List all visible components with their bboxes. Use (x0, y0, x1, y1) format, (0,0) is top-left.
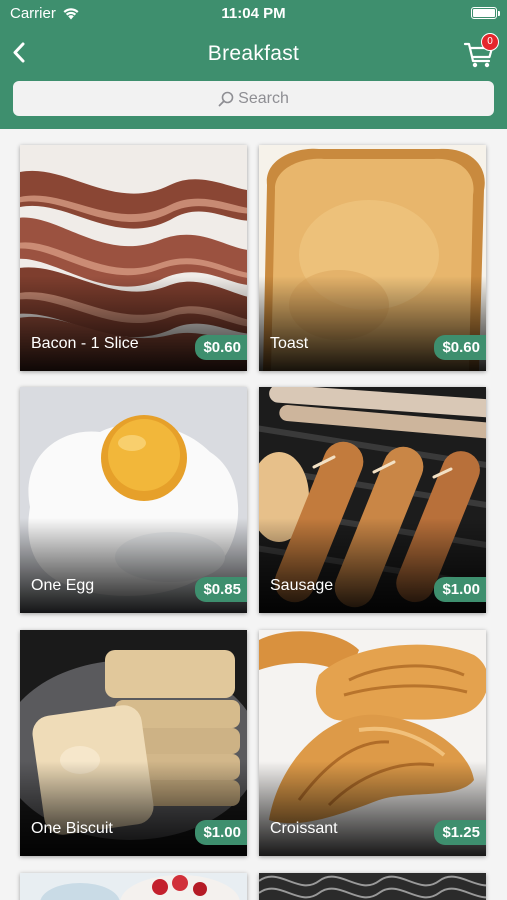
status-time: 11:04 PM (221, 5, 286, 22)
product-name: One Egg (31, 577, 95, 594)
product-price: $0.60 (434, 335, 486, 360)
product-name: Sausage (270, 577, 334, 594)
product-card-partial[interactable] (20, 873, 247, 900)
product-card[interactable]: One Biscuit $1.00 (20, 630, 247, 856)
strawberry-dish-photo (20, 873, 247, 900)
navigation-bar: Breakfast 0 (0, 30, 507, 76)
pastry-photo (259, 873, 486, 900)
product-card[interactable]: One Egg $0.85 (20, 387, 247, 613)
breakfast-menu-screen: Carrier 11:04 PM Breakfast 0 Search Baco… (0, 0, 507, 900)
page-title: Breakfast (207, 42, 300, 65)
search-placeholder: Search (238, 89, 289, 107)
cart-count-badge: 0 (481, 33, 499, 51)
battery-icon (471, 7, 500, 19)
product-price: $0.85 (195, 577, 247, 602)
product-name: Croissant (270, 820, 338, 837)
product-card[interactable]: Croissant $1.25 (259, 630, 486, 856)
product-name: One Biscuit (31, 820, 113, 837)
product-price: $1.00 (195, 820, 247, 845)
cart-button[interactable]: 0 (463, 33, 499, 70)
product-price: $1.25 (434, 820, 486, 845)
product-name: Bacon - 1 Slice (31, 335, 139, 352)
product-price: $0.60 (195, 335, 247, 360)
search-input[interactable]: Search (13, 81, 494, 116)
product-card[interactable]: Bacon - 1 Slice $0.60 (20, 145, 247, 371)
product-price: $1.00 (434, 577, 486, 602)
product-card[interactable]: Sausage $1.00 (259, 387, 486, 613)
header: Carrier 11:04 PM Breakfast 0 Search (0, 0, 507, 129)
product-card[interactable]: Toast $0.60 (259, 145, 486, 371)
product-card-partial[interactable] (259, 873, 486, 900)
status-bar: Carrier 11:04 PM (0, 0, 507, 28)
product-name: Toast (270, 335, 309, 352)
search-icon (218, 91, 234, 106)
